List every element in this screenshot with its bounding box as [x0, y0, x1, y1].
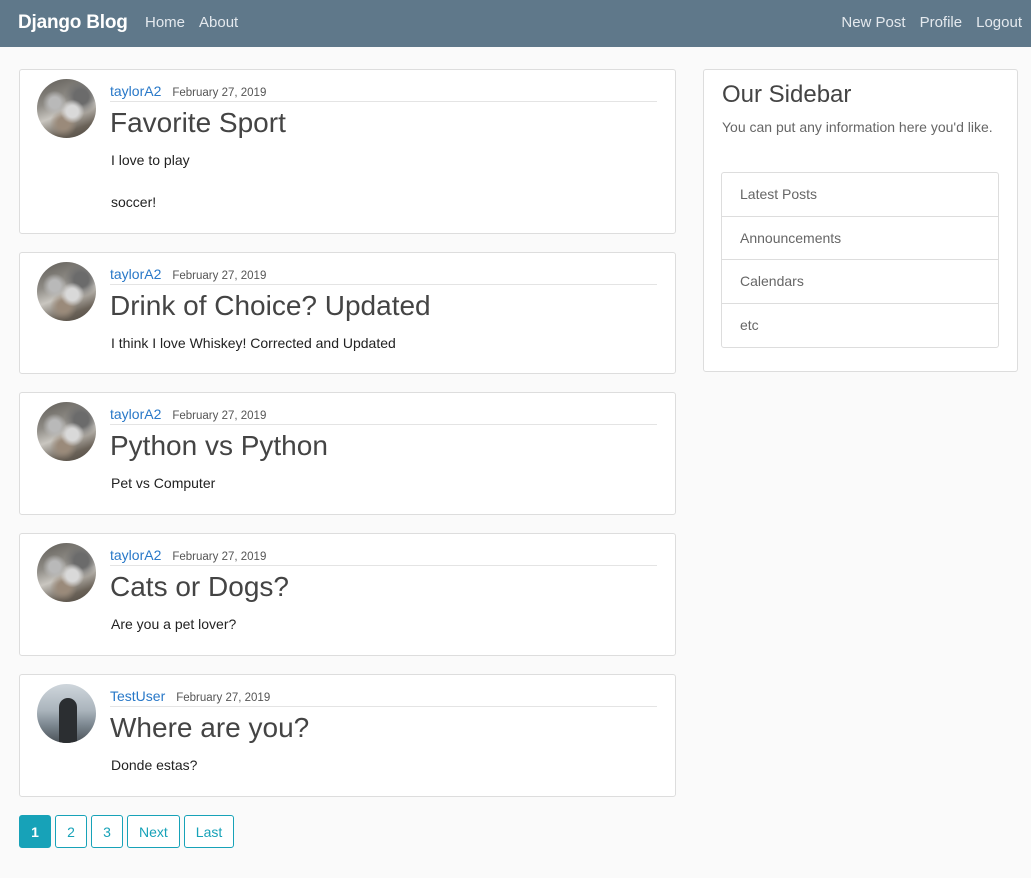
post-author-link[interactable]: taylorA2	[110, 406, 161, 422]
nav-right: New Post Profile Logout	[841, 14, 1022, 31]
post-date: February 27, 2019	[176, 692, 271, 704]
nav-new-post-link[interactable]: New Post	[841, 14, 905, 31]
post-title-link[interactable]: Python vs Python	[110, 430, 328, 462]
sidebar-description: You can put any information here you'd l…	[722, 119, 993, 135]
nav-left: Home About	[145, 14, 238, 31]
post-meta: taylorA2 February 27, 2019	[110, 266, 657, 285]
post-title-link[interactable]: Favorite Sport	[110, 107, 286, 139]
post-meta: TestUser February 27, 2019	[110, 688, 657, 707]
nav-about-link[interactable]: About	[199, 14, 238, 31]
author-avatar	[37, 402, 96, 461]
author-avatar	[37, 543, 96, 602]
pagination: 1 2 3 Next Last	[19, 815, 235, 848]
sidebar-item-etc[interactable]: etc	[722, 304, 998, 348]
post-date: February 27, 2019	[172, 270, 267, 282]
post-date: February 27, 2019	[172, 551, 267, 563]
post-meta: taylorA2 February 27, 2019	[110, 406, 657, 425]
post-author-link[interactable]: taylorA2	[110, 266, 161, 282]
post-meta: taylorA2 February 27, 2019	[110, 547, 657, 566]
post-date: February 27, 2019	[172, 410, 267, 422]
sidebar-item-calendars[interactable]: Calendars	[722, 260, 998, 304]
post-meta: taylorA2 February 27, 2019	[110, 83, 657, 102]
nav-home-link[interactable]: Home	[145, 14, 185, 31]
author-avatar	[37, 262, 96, 321]
page-2-button[interactable]: 2	[55, 815, 87, 848]
page-3-button[interactable]: 3	[91, 815, 123, 848]
author-avatar	[37, 79, 96, 138]
nav-logout-link[interactable]: Logout	[976, 14, 1022, 31]
post-date: February 27, 2019	[172, 87, 267, 99]
sidebar-item-announcements[interactable]: Announcements	[722, 217, 998, 260]
person-silhouette-icon	[59, 698, 77, 743]
post-author-link[interactable]: taylorA2	[110, 83, 161, 99]
post-content: I love to play soccer!	[111, 152, 190, 210]
post-content: Pet vs Computer	[111, 475, 216, 491]
post-title-link[interactable]: Where are you?	[110, 712, 309, 744]
navbar: Django Blog Home About New Post Profile …	[0, 0, 1031, 47]
sidebar-list: Latest Posts Announcements Calendars etc	[721, 172, 999, 348]
sidebar-title: Our Sidebar	[722, 81, 852, 108]
post-title-link[interactable]: Drink of Choice? Updated	[110, 290, 431, 322]
sidebar: Our Sidebar You can put any information …	[703, 69, 1018, 372]
post-card: taylorA2 February 27, 2019 Python vs Pyt…	[19, 392, 676, 515]
post-card: taylorA2 February 27, 2019 Cats or Dogs?…	[19, 533, 676, 656]
sidebar-item-latest-posts[interactable]: Latest Posts	[722, 173, 998, 217]
post-card: taylorA2 February 27, 2019 Drink of Choi…	[19, 252, 676, 374]
brand-link[interactable]: Django Blog	[18, 12, 128, 34]
post-content: Donde estas?	[111, 757, 198, 773]
last-page-button[interactable]: Last	[183, 815, 235, 848]
author-avatar	[37, 684, 96, 743]
post-title-link[interactable]: Cats or Dogs?	[110, 571, 289, 603]
post-card: TestUser February 27, 2019 Where are you…	[19, 674, 676, 797]
post-content: I think I love Whiskey! Corrected and Up…	[111, 335, 396, 351]
post-author-link[interactable]: TestUser	[110, 688, 165, 704]
post-author-link[interactable]: taylorA2	[110, 547, 161, 563]
post-card: taylorA2 February 27, 2019 Favorite Spor…	[19, 69, 676, 234]
post-content: Are you a pet lover?	[111, 616, 237, 632]
page-1-button[interactable]: 1	[19, 815, 51, 848]
next-page-button[interactable]: Next	[127, 815, 180, 848]
nav-profile-link[interactable]: Profile	[920, 14, 963, 31]
